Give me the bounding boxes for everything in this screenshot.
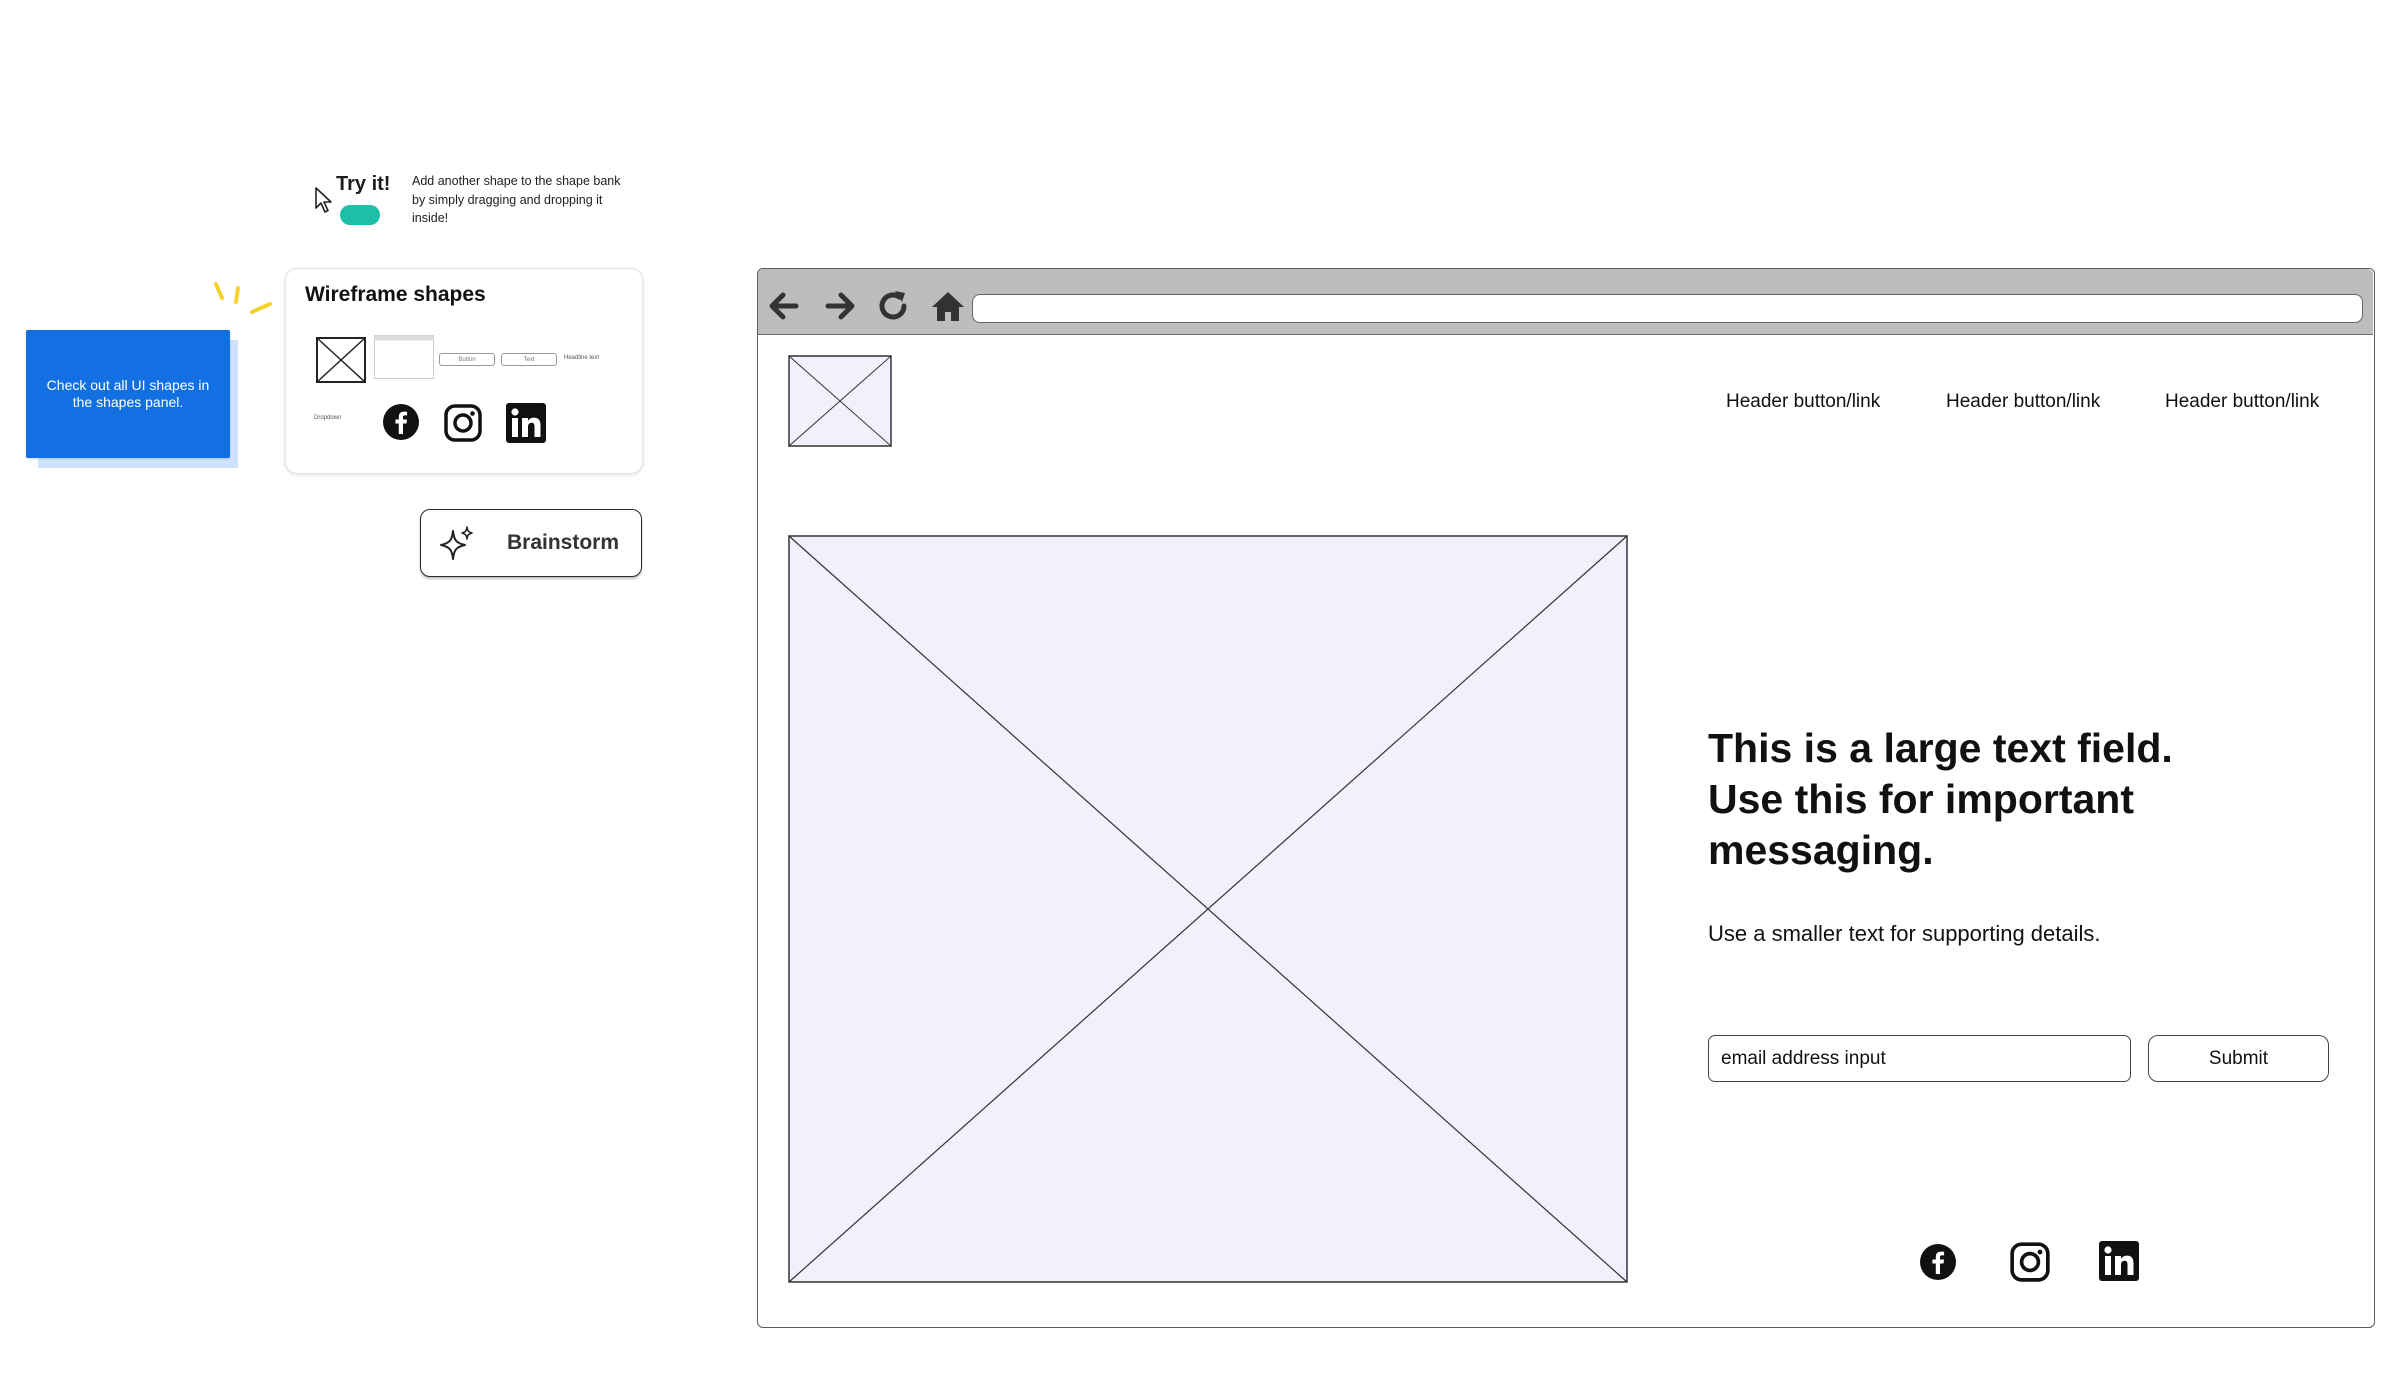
hero-image-placeholder (788, 535, 1628, 1283)
facebook-icon[interactable] (382, 403, 420, 441)
instagram-icon[interactable] (2009, 1241, 2051, 1283)
cursor-icon (315, 187, 332, 213)
sticky-note-text: Check out all UI shapes in the shapes pa… (46, 377, 210, 410)
header-link-1[interactable]: Header button/link (1726, 391, 1880, 413)
browser-wireframe[interactable]: Header button/link Header button/link He… (757, 268, 2375, 1328)
panel-title: Wireframe shapes (305, 283, 486, 306)
window-shape[interactable] (374, 335, 434, 379)
try-it-hint: Try it! Add another shape to the shape b… (310, 168, 621, 228)
instagram-icon[interactable] (443, 403, 483, 443)
logo-placeholder (788, 355, 892, 447)
brainstorm-button[interactable]: Brainstorm (420, 509, 642, 577)
try-it-description: Add another shape to the shape bank by s… (412, 174, 621, 225)
email-input[interactable]: email address input (1708, 1035, 2131, 1082)
wireframe-shapes-panel[interactable]: Wireframe shapes Button Text Headline te… (285, 268, 643, 474)
facebook-icon[interactable] (1919, 1243, 1957, 1281)
header-link-2[interactable]: Header button/link (1946, 391, 2100, 413)
brainstorm-label: Brainstorm (507, 531, 620, 554)
browser-toolbar (758, 269, 2373, 335)
sparkle-icon (440, 526, 473, 560)
highlight-sparkle-icon (214, 282, 272, 314)
headline-text: This is a large text field. Use this for… (1708, 725, 2173, 873)
image-placeholder-shape[interactable] (316, 337, 366, 383)
linkedin-icon[interactable] (2099, 1241, 2139, 1281)
supporting-text: Use a smaller text for supporting detail… (1708, 921, 2101, 946)
try-it-title: Try it! (336, 173, 391, 195)
refresh-icon[interactable] (874, 287, 912, 325)
mini-headline-shape[interactable]: Headline text (564, 355, 599, 361)
header-link-3[interactable]: Header button/link (2165, 391, 2319, 413)
mini-button-shape[interactable]: Button (439, 353, 495, 366)
linkedin-icon[interactable] (506, 403, 546, 443)
home-icon[interactable] (930, 289, 966, 323)
back-arrow-icon[interactable] (766, 289, 802, 323)
mini-label-shape[interactable]: Dropdown (314, 415, 341, 421)
mini-input-shape[interactable]: Text (501, 353, 557, 366)
address-bar[interactable] (972, 294, 2363, 323)
submit-button[interactable]: Submit (2148, 1035, 2329, 1082)
try-it-toggle[interactable] (340, 205, 380, 225)
forward-arrow-icon[interactable] (822, 289, 858, 323)
sticky-note[interactable]: Check out all UI shapes in the shapes pa… (26, 330, 230, 458)
